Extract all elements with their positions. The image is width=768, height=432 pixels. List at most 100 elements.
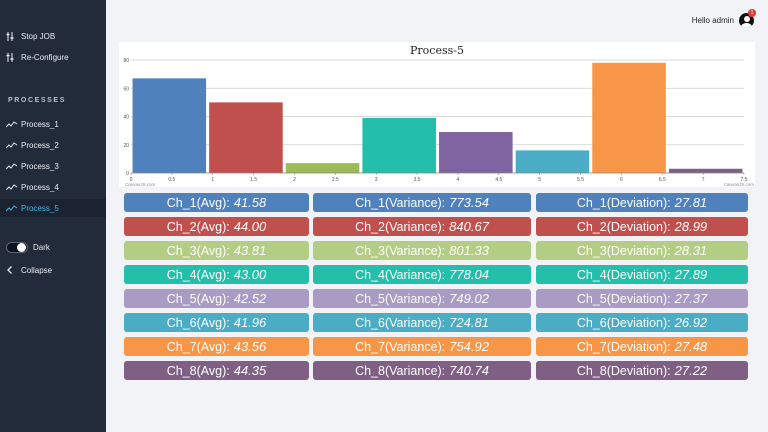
chart-credits: CanvasJS.com	[724, 182, 755, 187]
x-tick-label: 6.5	[659, 177, 666, 183]
chart-line-icon	[6, 183, 18, 191]
stat-value: 26.92	[674, 315, 708, 330]
stat-label: Ch_3(Avg):	[166, 243, 230, 258]
stat-label: Ch_8(Deviation):	[576, 363, 671, 378]
stat-value: 27.89	[674, 267, 708, 282]
ch6-avg-card: Ch_6(Avg): 41.96	[124, 313, 309, 332]
ch1-deviation-card: Ch_1(Deviation): 27.81	[536, 193, 748, 212]
x-tick-label: 2.5	[332, 177, 339, 183]
stat-label: Ch_7(Avg):	[166, 339, 230, 354]
bar-7	[592, 62, 666, 174]
sidebar: Stop JOB Re-Configure PROCESSES Process_…	[0, 0, 106, 432]
stat-value: 27.22	[674, 363, 708, 378]
stat-value: 27.37	[674, 291, 708, 306]
ch2-deviation-card: Ch_2(Deviation): 28.99	[536, 217, 748, 236]
y-tick-label: 60	[123, 86, 129, 92]
processes-section-header: PROCESSES	[8, 97, 66, 104]
stat-label: Ch_8(Variance):	[355, 363, 446, 378]
x-tick-label: 0.5	[168, 177, 175, 183]
stat-value: 801.33	[449, 243, 489, 258]
x-tick-label: 6	[620, 177, 623, 183]
stat-value: 28.31	[674, 243, 708, 258]
stat-label: Ch_7(Variance):	[355, 339, 446, 354]
sidebar-item-label: Process_3	[21, 161, 59, 171]
stat-label: Ch_8(Avg):	[166, 363, 230, 378]
notification-badge: 1	[748, 9, 756, 17]
x-tick-label: 4.5	[495, 177, 502, 183]
stat-label: Ch_1(Deviation):	[576, 195, 671, 210]
chart-line-icon	[6, 204, 18, 212]
y-tick-label: 40	[123, 115, 129, 121]
sliders-icon	[6, 31, 18, 41]
stat-value: 27.48	[674, 339, 708, 354]
avatar-head	[743, 15, 750, 22]
dark-mode-toggle[interactable]: Dark	[6, 240, 50, 254]
stat-value: 42.52	[233, 291, 267, 306]
stat-value: 840.67	[449, 219, 489, 234]
sidebar-item-process-5[interactable]: Process_5	[0, 199, 106, 217]
ch7-avg-card: Ch_7(Avg): 43.56	[124, 337, 309, 356]
stat-label: Ch_2(Deviation):	[576, 219, 671, 234]
x-tick-label: 1	[211, 177, 214, 183]
bar-1	[132, 78, 207, 173]
re-configure-label: Re-Configure	[21, 52, 69, 62]
ch7-variance-card: Ch_7(Variance): 754.92	[313, 337, 531, 356]
toggle-switch[interactable]	[6, 241, 28, 253]
stat-label: Ch_1(Avg):	[166, 195, 230, 210]
stat-value: 754.92	[449, 339, 489, 354]
ch5-deviation-card: Ch_5(Deviation): 27.37	[536, 289, 748, 308]
sidebar-item-label: Process_4	[21, 182, 59, 192]
stat-value: 41.96	[233, 315, 267, 330]
re-configure-button[interactable]: Re-Configure	[6, 50, 69, 64]
chart-line-icon	[6, 141, 18, 149]
sidebar-item-process-3[interactable]: Process_3	[6, 159, 59, 173]
stat-value: 43.81	[233, 243, 267, 258]
y-tick-label: 20	[123, 143, 129, 149]
ch5-avg-card: Ch_5(Avg): 42.52	[124, 289, 309, 308]
stat-value: 43.56	[233, 339, 267, 354]
sidebar-item-process-4[interactable]: Process_4	[6, 180, 59, 194]
stat-value: 41.58	[233, 195, 267, 210]
ch1-avg-card: Ch_1(Avg): 41.58	[124, 193, 309, 212]
chart-title: Process-5	[410, 44, 464, 57]
sidebar-item-process-2[interactable]: Process_2	[6, 138, 59, 152]
x-tick-label: 3	[375, 177, 378, 183]
stop-job-label: Stop JOB	[21, 31, 56, 41]
ch4-deviation-card: Ch_4(Deviation): 27.89	[536, 265, 748, 284]
stat-label: Ch_2(Avg):	[166, 219, 230, 234]
stat-label: Ch_4(Avg):	[166, 267, 230, 282]
bar-8	[668, 168, 743, 173]
stat-value: 44.35	[233, 363, 267, 378]
ch8-avg-card: Ch_8(Avg): 44.35	[124, 361, 309, 380]
ch8-deviation-card: Ch_8(Deviation): 27.22	[536, 361, 748, 380]
collapse-button[interactable]: Collapse	[6, 263, 52, 277]
stat-label: Ch_2(Variance):	[355, 219, 446, 234]
ch6-deviation-card: Ch_6(Deviation): 26.92	[536, 313, 748, 332]
user-greeting: Hello admin	[691, 16, 734, 25]
stop-job-button[interactable]: Stop JOB	[6, 29, 55, 43]
ch6-variance-card: Ch_6(Variance): 724.81	[313, 313, 531, 332]
chevron-left-icon	[6, 266, 18, 274]
collapse-label: Collapse	[21, 265, 53, 275]
avatar-body	[741, 23, 752, 28]
sidebar-item-label: Process_1	[21, 119, 59, 129]
ch3-deviation-card: Ch_3(Deviation): 28.31	[536, 241, 748, 260]
ch5-variance-card: Ch_5(Variance): 749.02	[313, 289, 531, 308]
ch4-variance-card: Ch_4(Variance): 778.04	[313, 265, 531, 284]
ch8-variance-card: Ch_8(Variance): 740.74	[313, 361, 531, 380]
bar-5	[439, 132, 513, 173]
ch2-avg-card: Ch_2(Avg): 44.00	[124, 217, 309, 236]
chart-credits: CanvasJS.com	[125, 182, 156, 187]
ch3-variance-card: Ch_3(Variance): 801.33	[313, 241, 531, 260]
ch1-variance-card: Ch_1(Variance): 773.54	[313, 193, 531, 212]
ch3-avg-card: Ch_3(Avg): 43.81	[124, 241, 309, 260]
bar-chart: Process-50204060800 0.5 1 1.5 2 2.5 3 3.5 4 4.5 5 5…	[123, 44, 755, 187]
stat-value: 28.99	[674, 219, 708, 234]
stat-value: 43.00	[233, 267, 267, 282]
stat-value: 740.74	[449, 363, 489, 378]
top-bar: Hello admin 1	[106, 0, 768, 40]
bar-4	[362, 117, 436, 173]
sidebar-item-process-1[interactable]: Process_1	[6, 117, 59, 131]
sidebar-item-label: Process_5	[21, 203, 59, 213]
stat-label: Ch_4(Deviation):	[576, 267, 671, 282]
